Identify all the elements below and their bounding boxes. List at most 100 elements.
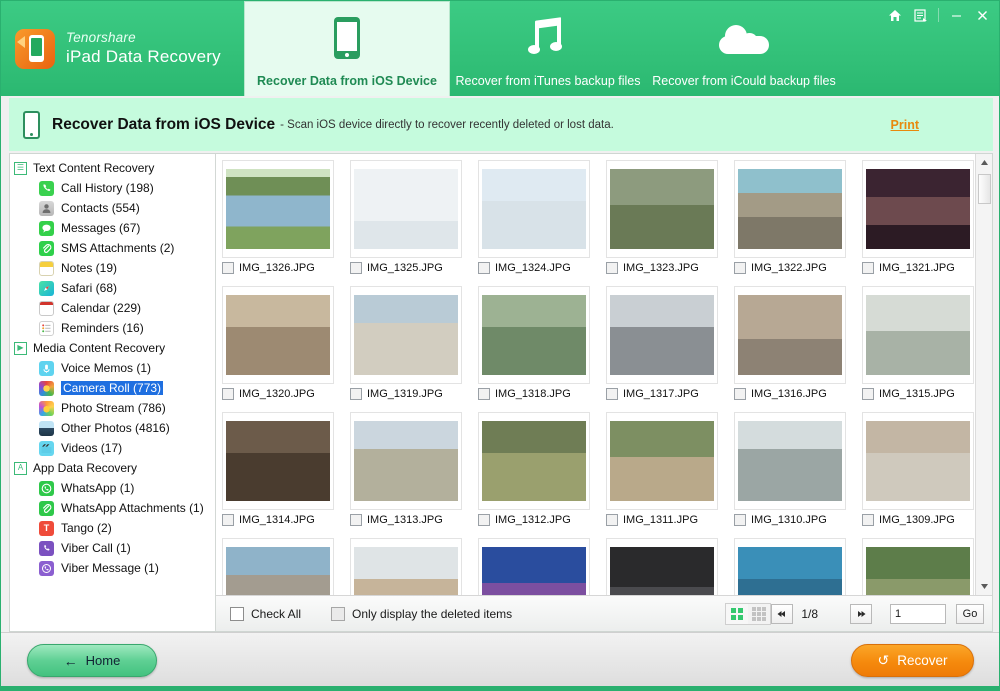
thumbnail-checkbox[interactable] [478, 514, 490, 526]
scrollbar-thumb[interactable] [978, 174, 991, 204]
sidebar-item-voice-memos[interactable]: Voice Memos (1) [10, 358, 215, 378]
sidebar-item-photo-stream[interactable]: Photo Stream (786) [10, 398, 215, 418]
sidebar-item-calendar[interactable]: 9 Calendar (229) [10, 298, 215, 318]
minimize-button[interactable] [943, 4, 969, 26]
home-icon[interactable] [882, 4, 908, 26]
thumbnail-checkbox[interactable] [222, 262, 234, 274]
thumbnail-checkbox[interactable] [606, 388, 618, 400]
thumbnail-image[interactable] [734, 538, 846, 595]
thumbnail-checkbox[interactable] [350, 514, 362, 526]
go-button[interactable]: Go [956, 603, 984, 624]
scroll-down-icon[interactable] [976, 578, 992, 595]
thumbnail-checkbox[interactable] [862, 262, 874, 274]
close-button[interactable] [969, 4, 995, 26]
tab-recover-from-icloud-backup[interactable]: Recover from iCould backup files [646, 1, 842, 96]
check-all-checkbox[interactable]: Check All [230, 606, 301, 621]
home-button[interactable]: ← Home [27, 644, 157, 677]
checkbox-box[interactable] [230, 606, 244, 621]
sidebar-item-messages[interactable]: Messages (67) [10, 218, 215, 238]
thumbnail-checkbox[interactable] [350, 388, 362, 400]
page-number-input[interactable] [890, 603, 946, 624]
thumbnail-image[interactable] [350, 412, 462, 510]
thumbnail-image[interactable] [478, 412, 590, 510]
thumbnail-checkbox[interactable] [222, 388, 234, 400]
arrow-left-icon: ← [63, 652, 78, 669]
thumbnail-image[interactable] [350, 538, 462, 595]
thumbnail-image[interactable] [862, 286, 974, 384]
thumbnail-checkbox[interactable] [862, 514, 874, 526]
sidebar-item-sms-attachments[interactable]: SMS Attachments (2) [10, 238, 215, 258]
sidebar-item-notes[interactable]: Notes (19) [10, 258, 215, 278]
grid-large-icon[interactable] [726, 603, 749, 624]
thumbnail-image[interactable] [222, 160, 334, 258]
thumbnail-checkbox[interactable] [222, 514, 234, 526]
next-page-button[interactable] [850, 603, 872, 624]
sidebar-item-camera-roll[interactable]: Camera Roll (773) [10, 378, 215, 398]
sidebar-group-app-data-recovery[interactable]: A App Data Recovery [10, 458, 215, 478]
thumbnail-image[interactable] [222, 286, 334, 384]
sidebar-group-media-content-recovery[interactable]: ▶ Media Content Recovery [10, 338, 215, 358]
thumbnail-image[interactable] [478, 160, 590, 258]
sidebar-item-whatsapp[interactable]: WhatsApp (1) [10, 478, 215, 498]
expander-icon[interactable]: A [14, 461, 27, 475]
thumbnail-checkbox[interactable] [606, 514, 618, 526]
sidebar-item-whatsapp-attachments[interactable]: WhatsApp Attachments (1) [10, 498, 215, 518]
register-icon[interactable] [908, 4, 934, 26]
sidebar-item-tango[interactable]: T Tango (2) [10, 518, 215, 538]
thumbnail-caption: IMG_1312.JPG [478, 514, 606, 526]
viber-message-icon [39, 560, 54, 576]
sidebar-item-videos[interactable]: Videos (17) [10, 438, 215, 458]
thumbnail-image[interactable] [734, 160, 846, 258]
thumbnail-filename: IMG_1326.JPG [239, 262, 315, 274]
thumbnail-checkbox[interactable] [862, 388, 874, 400]
sidebar-item-safari[interactable]: Safari (68) [10, 278, 215, 298]
photo-preview [866, 295, 970, 375]
checkbox-box[interactable] [331, 606, 346, 621]
thumbnail-image[interactable] [350, 286, 462, 384]
photo-preview [482, 547, 586, 595]
vertical-scrollbar[interactable] [975, 154, 992, 595]
expander-icon[interactable]: ☰ [14, 161, 27, 175]
print-link[interactable]: Print [891, 118, 979, 132]
thumbnail-image[interactable] [606, 160, 718, 258]
thumbnail-filename: IMG_1318.JPG [495, 388, 571, 400]
tab-recover-from-ios-device[interactable]: Recover Data from iOS Device [244, 1, 450, 96]
thumbnail-image[interactable] [606, 538, 718, 595]
sidebar-item-other-photos[interactable]: Other Photos (4816) [10, 418, 215, 438]
thumbnail-image[interactable] [478, 538, 590, 595]
thumbnail-image[interactable] [734, 412, 846, 510]
thumbnail-checkbox[interactable] [478, 262, 490, 274]
thumbnail-image[interactable] [862, 412, 974, 510]
sidebar-group-text-content-recovery[interactable]: ☰ Text Content Recovery [10, 158, 215, 178]
grid-small-icon[interactable] [748, 604, 770, 624]
thumbnail-image[interactable] [350, 160, 462, 258]
sidebar-item-label: Tango (2) [61, 521, 112, 535]
thumbnail-image[interactable] [734, 286, 846, 384]
thumbnail-image[interactable] [222, 538, 334, 595]
call-history-icon [39, 180, 54, 196]
thumbnail-checkbox[interactable] [606, 262, 618, 274]
thumbnail-checkbox[interactable] [734, 388, 746, 400]
thumbnail-cell: IMG_1319.JPG [350, 286, 478, 412]
previous-page-button[interactable] [771, 603, 794, 624]
expander-icon[interactable]: ▶ [14, 341, 27, 355]
sidebar-item-viber-call[interactable]: Viber Call (1) [10, 538, 215, 558]
thumbnail-image[interactable] [478, 286, 590, 384]
sidebar-item-reminders[interactable]: Reminders (16) [10, 318, 215, 338]
sidebar-item-call-history[interactable]: Call History (198) [10, 178, 215, 198]
thumbnail-image[interactable] [606, 412, 718, 510]
only-deleted-checkbox[interactable]: Only display the deleted items [331, 606, 512, 621]
thumbnail-checkbox[interactable] [478, 388, 490, 400]
thumbnail-image[interactable] [606, 286, 718, 384]
thumbnail-checkbox[interactable] [734, 514, 746, 526]
sidebar-item-contacts[interactable]: Contacts (554) [10, 198, 215, 218]
thumbnail-image[interactable] [222, 412, 334, 510]
thumbnail-checkbox[interactable] [734, 262, 746, 274]
tab-recover-from-itunes-backup[interactable]: Recover from iTunes backup files [450, 1, 646, 96]
thumbnail-checkbox[interactable] [350, 262, 362, 274]
thumbnail-image[interactable] [862, 538, 974, 595]
recover-button[interactable]: ↺ Recover [851, 644, 974, 677]
sidebar-item-viber-message[interactable]: Viber Message (1) [10, 558, 215, 578]
scroll-up-icon[interactable] [976, 154, 992, 171]
thumbnail-image[interactable] [862, 160, 974, 258]
